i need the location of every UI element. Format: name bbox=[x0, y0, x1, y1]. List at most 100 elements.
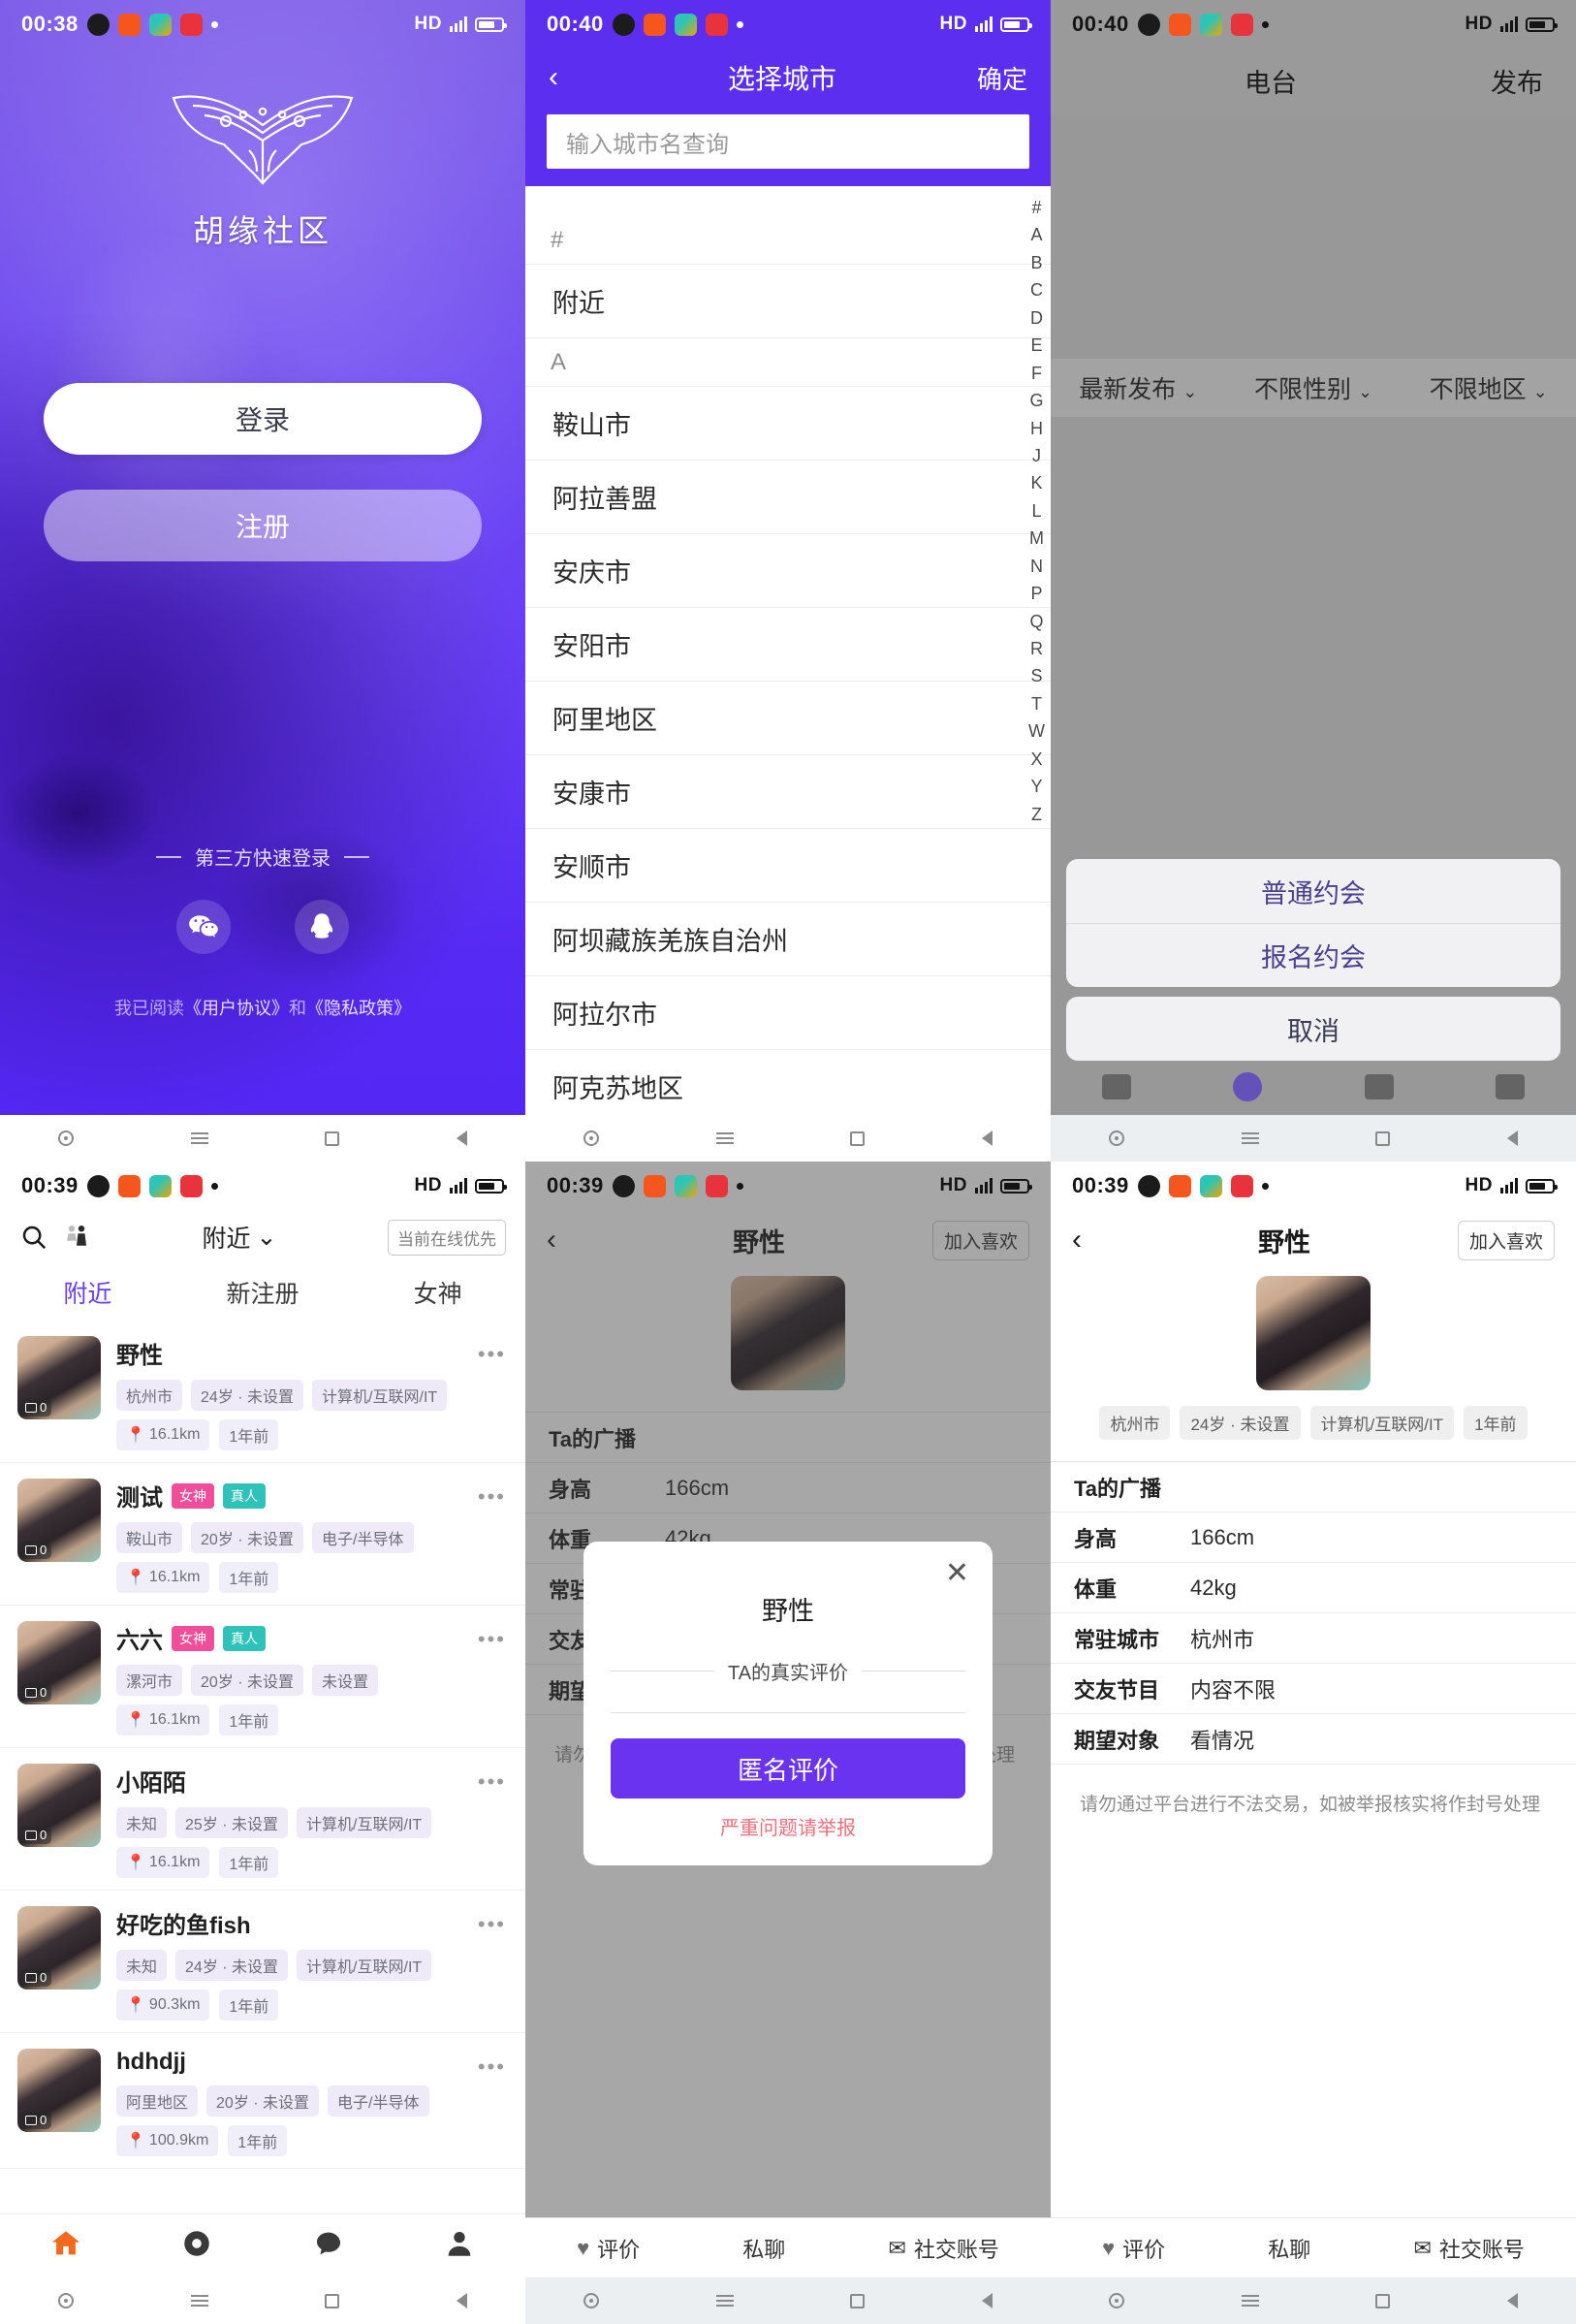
city-item[interactable]: 阿拉善盟 bbox=[525, 461, 1051, 534]
footer-chat[interactable]: 私聊 bbox=[1268, 2233, 1310, 2264]
publish-button[interactable]: 发布 bbox=[1491, 62, 1576, 100]
alpha-letter[interactable]: Z bbox=[1031, 801, 1042, 828]
alpha-letter[interactable]: X bbox=[1030, 746, 1042, 773]
recents-circle-icon[interactable] bbox=[58, 2293, 75, 2308]
back-triangle-icon[interactable] bbox=[1506, 1130, 1518, 1146]
list-item[interactable]: 0 hdhdjj 阿里地区 20岁 · 未设置 电子/半导体 📍 100.9km … bbox=[0, 2033, 525, 2169]
tab-goddess[interactable]: 女神 bbox=[350, 1275, 525, 1310]
city-search-input[interactable]: 输入城市名查询 bbox=[547, 114, 1029, 169]
recents-circle-icon[interactable] bbox=[583, 2293, 600, 2308]
recents-circle-icon[interactable] bbox=[583, 1130, 600, 1146]
city-item[interactable]: 安阳市 bbox=[525, 608, 1051, 682]
message-icon[interactable] bbox=[312, 2227, 345, 2265]
list-item[interactable]: 0 六六 女神 真人 漯河市 20岁 · 未设置 未设置 📍 16.1km 1年前… bbox=[0, 1606, 525, 1748]
recents-circle-icon[interactable] bbox=[1109, 1130, 1125, 1146]
confirm-button[interactable]: 确定 bbox=[977, 60, 1027, 96]
alpha-letter[interactable]: R bbox=[1030, 635, 1043, 662]
list-item[interactable]: 0 野性 杭州市 24岁 · 未设置 计算机/互联网/IT 📍 16.1km 1年… bbox=[0, 1321, 525, 1463]
tab-radio[interactable]: 电台 bbox=[1051, 62, 1491, 100]
alphabet-index[interactable]: # A B C D E F G H J K L M N P Q R S T W … bbox=[1028, 194, 1045, 828]
close-icon[interactable]: ✕ bbox=[945, 1559, 969, 1588]
menu-icon[interactable] bbox=[190, 1132, 208, 1144]
city-item[interactable]: 安康市 bbox=[525, 755, 1051, 829]
add-favorite-button[interactable]: 加入喜欢 bbox=[1457, 1220, 1555, 1260]
broadcast-row[interactable]: Ta的广播 bbox=[1051, 1462, 1576, 1512]
alpha-letter[interactable]: P bbox=[1030, 580, 1042, 607]
alpha-letter[interactable]: Q bbox=[1029, 608, 1043, 635]
city-item[interactable]: 阿拉尔市 bbox=[525, 976, 1051, 1050]
agreement-text[interactable]: 我已阅读《用户协议》和《隐私政策》 bbox=[114, 995, 411, 1020]
filter-region[interactable]: 不限地区 ⌄ bbox=[1401, 370, 1576, 405]
avatar[interactable]: 0 bbox=[17, 2049, 101, 2132]
avatar[interactable]: 0 bbox=[17, 1479, 101, 1562]
tab-new-register[interactable]: 新注册 bbox=[175, 1275, 351, 1310]
alpha-letter[interactable]: N bbox=[1030, 553, 1043, 580]
back-triangle-icon[interactable] bbox=[456, 1130, 467, 1146]
more-options-icon[interactable]: ••• bbox=[478, 1769, 506, 1795]
alpha-letter[interactable]: D bbox=[1030, 304, 1043, 332]
city-item[interactable]: 安庆市 bbox=[525, 534, 1051, 608]
list-item[interactable]: 0 好吃的鱼fish 未知 24岁 · 未设置 计算机/互联网/IT 📍 90.3… bbox=[0, 1891, 525, 2033]
footer-review[interactable]: ♥ 评价 bbox=[577, 2233, 640, 2264]
alpha-letter[interactable]: A bbox=[1030, 221, 1042, 248]
tab-nearby[interactable]: 附近 bbox=[0, 1275, 175, 1310]
more-options-icon[interactable]: ••• bbox=[478, 1912, 506, 1937]
avatar[interactable]: 0 bbox=[17, 1621, 101, 1704]
avatar[interactable]: 0 bbox=[17, 1336, 101, 1419]
login-button[interactable]: 登录 bbox=[44, 383, 482, 455]
home-square-icon[interactable] bbox=[1375, 1130, 1391, 1146]
android-nav-bar-1[interactable] bbox=[0, 1115, 525, 1162]
anonymous-review-button[interactable]: 匿名评价 bbox=[611, 1738, 965, 1799]
home-square-icon[interactable] bbox=[1375, 2293, 1391, 2308]
footer-social[interactable]: ✉ 社交账号 bbox=[1413, 2233, 1524, 2264]
alpha-letter[interactable]: # bbox=[1031, 194, 1041, 221]
footer-chat[interactable]: 私聊 bbox=[742, 2233, 785, 2264]
action-cancel[interactable]: 取消 bbox=[1066, 997, 1560, 1061]
back-button[interactable]: ‹ bbox=[1072, 1224, 1111, 1257]
action-normal-date[interactable]: 普通约会 bbox=[1066, 859, 1560, 923]
home-square-icon[interactable] bbox=[325, 1130, 340, 1146]
location-selector[interactable]: 附近 ⌄ bbox=[105, 1220, 374, 1255]
more-options-icon[interactable]: ••• bbox=[478, 1484, 506, 1510]
city-item[interactable]: 阿坝藏族羌族自治州 bbox=[525, 903, 1051, 976]
alpha-letter[interactable]: L bbox=[1031, 497, 1041, 525]
back-triangle-icon[interactable] bbox=[456, 2293, 467, 2308]
wechat-login-button[interactable] bbox=[176, 900, 231, 954]
filter-latest[interactable]: 最新发布 ⌄ bbox=[1051, 370, 1226, 405]
city-item[interactable]: 安顺市 bbox=[525, 829, 1051, 903]
discover-icon[interactable] bbox=[180, 2227, 213, 2265]
more-options-icon[interactable]: ••• bbox=[478, 1627, 506, 1652]
recents-circle-icon[interactable] bbox=[1109, 2293, 1125, 2308]
footer-social[interactable]: ✉ 社交账号 bbox=[888, 2233, 998, 2264]
alpha-letter[interactable]: B bbox=[1030, 249, 1042, 276]
back-button[interactable]: ‹ bbox=[549, 61, 587, 94]
action-signup-date[interactable]: 报名约会 bbox=[1066, 923, 1560, 987]
profile-icon[interactable] bbox=[443, 2227, 476, 2265]
alpha-letter[interactable]: J bbox=[1032, 442, 1041, 469]
home-square-icon[interactable] bbox=[850, 1130, 866, 1146]
android-nav-bar-5[interactable] bbox=[525, 2277, 1051, 2324]
menu-icon[interactable] bbox=[715, 1132, 734, 1144]
alpha-letter[interactable]: G bbox=[1029, 387, 1043, 414]
city-item[interactable]: 阿克苏地区 bbox=[525, 1050, 1051, 1115]
city-list[interactable]: # 附近 A 鞍山市 阿拉善盟 安庆市 安阳市 阿里地区 安康市 安顺市 阿坝藏… bbox=[525, 216, 1051, 1115]
qq-login-button[interactable] bbox=[295, 900, 349, 954]
more-options-icon[interactable]: ••• bbox=[478, 2054, 506, 2080]
alpha-letter[interactable]: M bbox=[1029, 525, 1044, 552]
menu-icon[interactable] bbox=[1241, 2295, 1259, 2307]
list-item[interactable]: 0 小陌陌 未知 25岁 · 未设置 计算机/互联网/IT 📍 16.1km 1年… bbox=[0, 1748, 525, 1891]
more-options-icon[interactable]: ••• bbox=[478, 1342, 506, 1367]
register-button[interactable]: 注册 bbox=[44, 490, 482, 561]
android-nav-bar-6[interactable] bbox=[1051, 2277, 1576, 2324]
profile-avatar[interactable] bbox=[1256, 1276, 1371, 1390]
footer-review[interactable]: ♥ 评价 bbox=[1102, 2233, 1165, 2264]
home-icon[interactable] bbox=[49, 2227, 82, 2265]
back-triangle-icon[interactable] bbox=[1506, 2293, 1518, 2308]
alpha-letter[interactable]: F bbox=[1031, 360, 1042, 387]
home-square-icon[interactable] bbox=[850, 2293, 866, 2308]
menu-icon[interactable] bbox=[190, 2295, 208, 2307]
city-item[interactable]: 鞍山市 bbox=[525, 387, 1051, 461]
report-link[interactable]: 严重问题请举报 bbox=[611, 1812, 965, 1840]
filter-gender[interactable]: 不限性别 ⌄ bbox=[1226, 370, 1402, 405]
android-nav-bar-3[interactable] bbox=[1051, 1115, 1576, 1162]
